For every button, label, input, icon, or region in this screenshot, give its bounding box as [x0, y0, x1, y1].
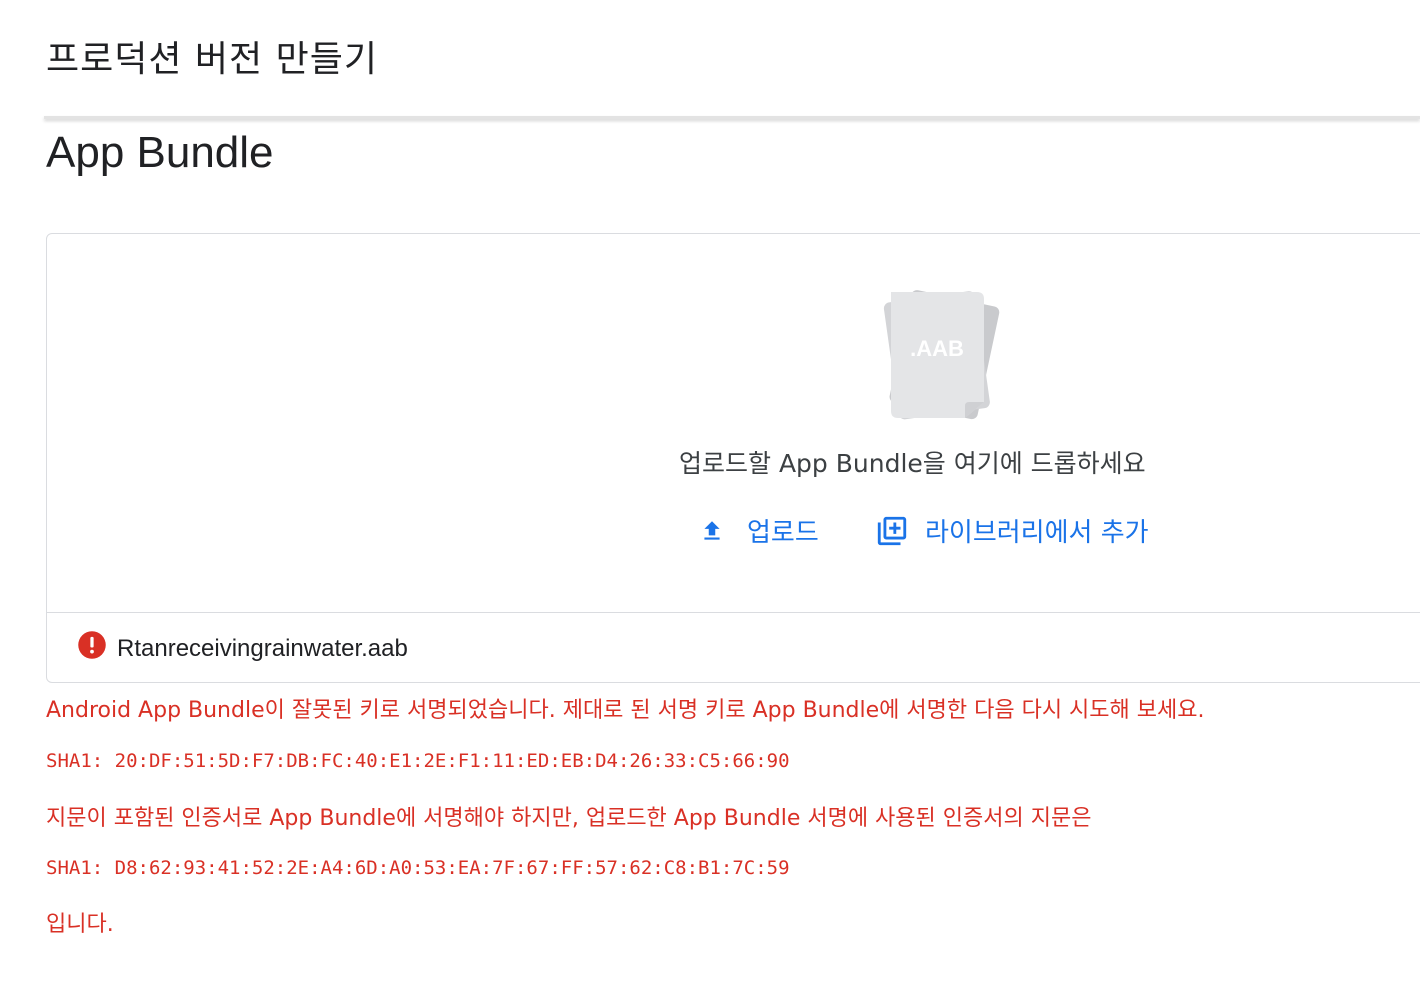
page-title: 프로덕션 버전 만들기 [46, 39, 378, 80]
add-from-library-label: 라이브러리에서 추가 [925, 518, 1149, 548]
drop-zone[interactable]: .AAB 업로드할 App Bundle을 여기에 드롭하세요 업로드 라이브러… [47, 234, 1420, 613]
aab-badge-text: .AAB [910, 336, 964, 361]
page: 프로덕션 버전 만들기 App Bundle .AAB 업로드할 App Bun… [0, 0, 1420, 1008]
add-from-library-button[interactable]: 라이브러리에서 추가 [875, 512, 1149, 549]
uploaded-file-row: Rtanreceivingrainwater.aab [77, 630, 408, 667]
error-suffix: 입니다. [46, 912, 114, 937]
error-message: Android App Bundle이 잘못된 키로 서명되었습니다. 제대로 … [46, 698, 1205, 723]
actual-sha1: SHA1: D8:62:93:41:52:2E:A4:6D:A0:53:EA:7… [46, 857, 790, 879]
upload-icon [699, 518, 725, 544]
file-name: Rtanreceivingrainwater.aab [117, 634, 408, 662]
fingerprint-message: 지문이 포함된 인증서로 App Bundle에 서명해야 하지만, 업로드한 … [46, 806, 1092, 831]
drop-instructions: 업로드할 App Bundle을 여기에 드롭하세요 [679, 449, 1146, 478]
expected-sha1: SHA1: 20:DF:51:5D:F7:DB:FC:40:E1:2E:F1:1… [46, 750, 790, 772]
aab-file-icon: .AAB [869, 284, 1009, 429]
section-title: App Bundle [46, 128, 274, 177]
upload-button-label: 업로드 [747, 518, 819, 548]
library-add-icon [875, 514, 909, 548]
header-divider [44, 116, 1420, 119]
upload-button[interactable]: 업로드 [699, 512, 819, 549]
upload-card: .AAB 업로드할 App Bundle을 여기에 드롭하세요 업로드 라이브러… [46, 233, 1420, 683]
error-icon [77, 630, 107, 667]
